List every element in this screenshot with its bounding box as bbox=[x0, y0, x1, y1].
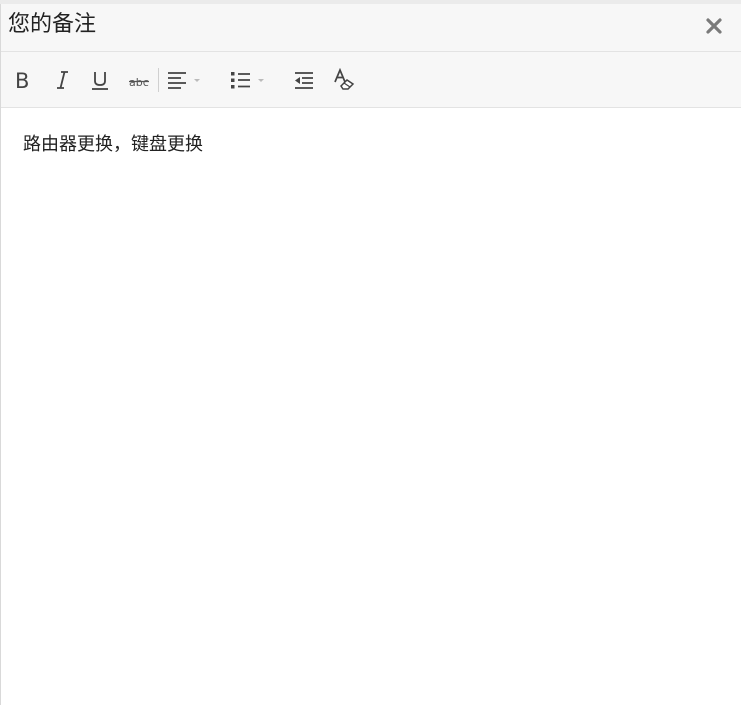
italic-icon bbox=[57, 71, 68, 89]
outdent-button[interactable] bbox=[291, 66, 317, 94]
dialog-header: 您的备注 bbox=[1, 4, 741, 52]
strikethrough-icon: abc bbox=[129, 76, 149, 89]
outdent-icon bbox=[295, 72, 313, 89]
underline-button[interactable] bbox=[89, 66, 111, 94]
close-icon[interactable] bbox=[703, 15, 725, 37]
editor-toolbar: B abc bbox=[1, 52, 741, 108]
note-content[interactable]: 路由器更换，键盘更换 bbox=[23, 132, 203, 158]
underline-icon bbox=[92, 72, 108, 90]
italic-button[interactable] bbox=[51, 66, 73, 94]
bold-icon: B bbox=[15, 69, 29, 91]
note-editor[interactable]: 路由器更换，键盘更换 bbox=[1, 108, 741, 705]
strikethrough-button[interactable]: abc bbox=[127, 66, 151, 94]
bulleted-list-icon bbox=[231, 72, 264, 89]
dialog-title: 您的备注 bbox=[8, 12, 97, 37]
clear-format-icon bbox=[334, 68, 355, 90]
notes-dialog: 您的备注 B abc 路由器更换，键盘更换 bbox=[0, 4, 741, 705]
toolbar-separator bbox=[158, 68, 159, 92]
list-dropdown[interactable] bbox=[229, 66, 269, 94]
clear-format-button[interactable] bbox=[331, 66, 357, 94]
align-left-icon bbox=[168, 72, 200, 89]
svg-text:B: B bbox=[15, 69, 29, 91]
svg-text:abc: abc bbox=[129, 76, 149, 89]
align-dropdown[interactable] bbox=[165, 66, 205, 94]
bold-button[interactable]: B bbox=[11, 66, 33, 94]
